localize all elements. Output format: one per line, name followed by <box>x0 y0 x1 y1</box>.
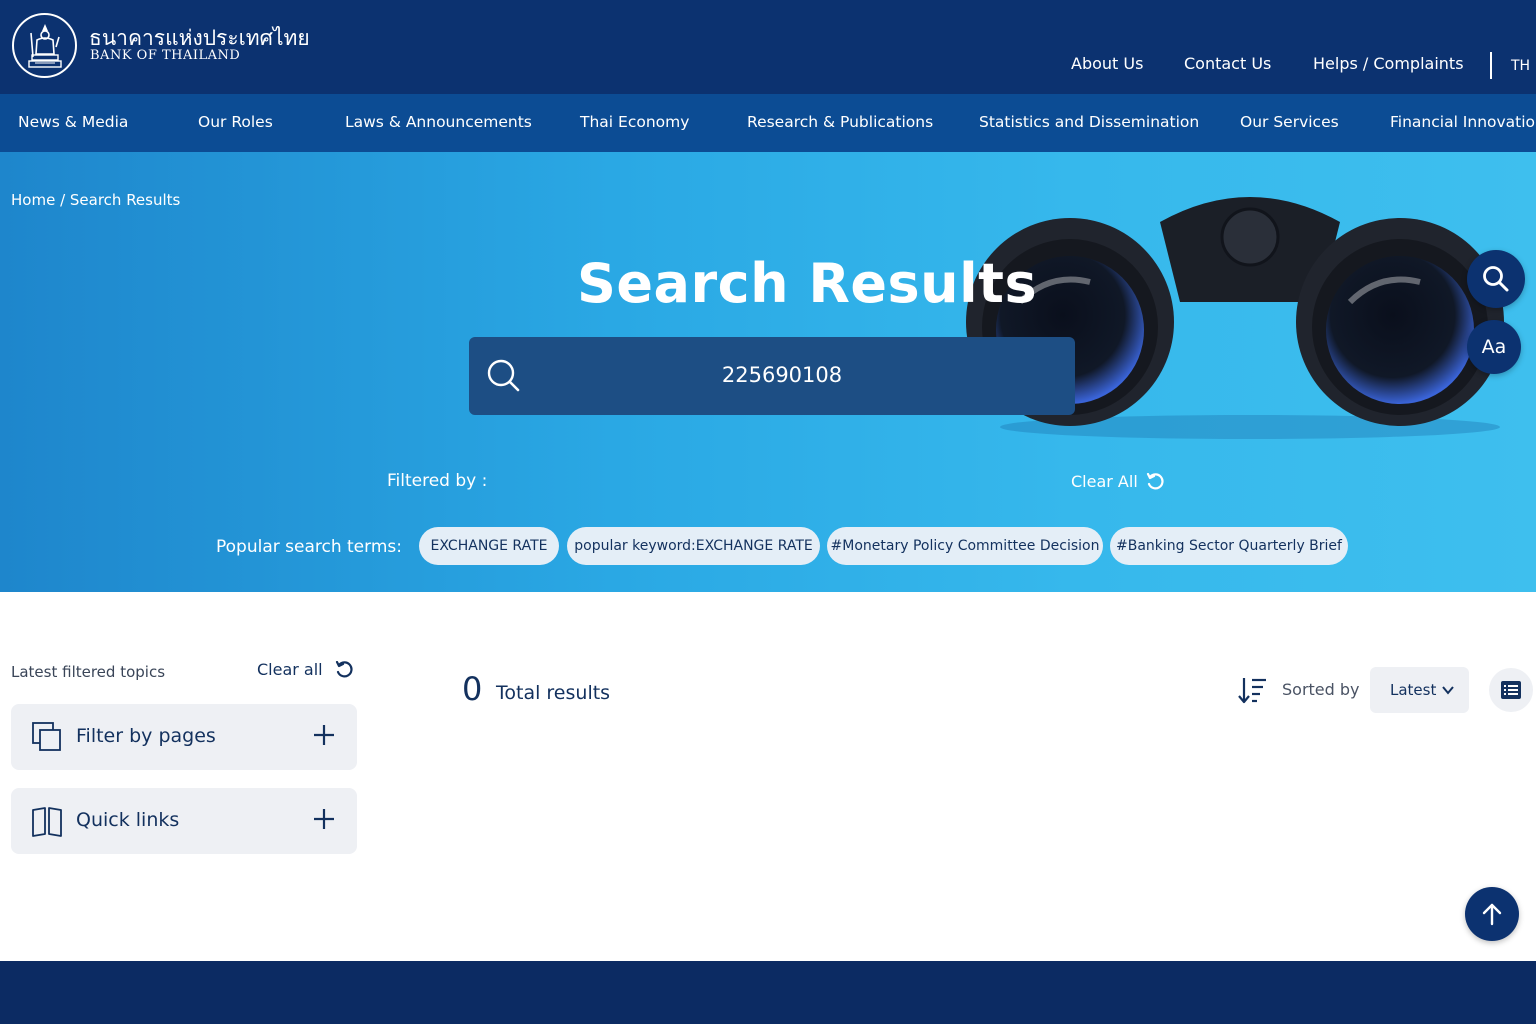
popular-term-chip[interactable]: popular keyword:EXCHANGE RATE <box>567 527 820 565</box>
nav-item-financial-innovation[interactable]: Financial Innovation <box>1390 113 1536 131</box>
top-link-helps-complaints[interactable]: Helps / Complaints <box>1313 54 1464 76</box>
chevron-down-icon <box>1442 686 1454 695</box>
nav-item-thai-economy[interactable]: Thai Economy <box>580 113 689 131</box>
book-icon <box>32 807 62 837</box>
brand-name-english: BANK OF THAILAND <box>90 48 241 63</box>
refresh-icon <box>1146 472 1164 489</box>
sorted-by-label: Sorted by <box>1282 680 1360 699</box>
top-link-contact-us[interactable]: Contact Us <box>1184 54 1271 76</box>
clear-all-filters-button[interactable]: Clear All <box>1071 472 1164 491</box>
top-link-about-us[interactable]: About Us <box>1071 54 1143 76</box>
popular-term-chip[interactable]: EXCHANGE RATE <box>419 527 559 565</box>
latest-filtered-topics-label: Latest filtered topics <box>11 663 166 681</box>
quick-links-label: Quick links <box>76 809 180 831</box>
top-header: ธนาคารแห่งประเทศไทย BANK OF THAILAND Abo… <box>0 0 1536 94</box>
popular-term-chip[interactable]: #Banking Sector Quarterly Brief <box>1110 527 1348 565</box>
clear-all-label: Clear All <box>1071 472 1138 491</box>
nav-item-our-services[interactable]: Our Services <box>1240 113 1339 131</box>
filter-by-pages-label: Filter by pages <box>76 725 216 747</box>
search-box[interactable]: 225690108 <box>469 337 1075 415</box>
quick-links-accordion[interactable]: Quick links <box>11 788 357 854</box>
sort-dropdown-value: Latest <box>1390 681 1437 699</box>
text-size-icon: Aa <box>1481 336 1507 358</box>
filtered-by-label: Filtered by : <box>387 471 488 491</box>
text-size-button[interactable]: Aa <box>1467 320 1521 374</box>
search-hero: Home / Search Results Search Results 225… <box>0 152 1536 592</box>
nav-item-news-media[interactable]: News & Media <box>18 113 128 131</box>
results-count: 0 <box>462 670 483 708</box>
arrow-up-icon <box>1482 903 1502 926</box>
search-input[interactable]: 225690108 <box>469 363 1075 387</box>
bank-emblem-logo[interactable] <box>12 13 77 78</box>
search-icon <box>1483 266 1509 292</box>
nav-item-research-publications[interactable]: Research & Publications <box>747 113 933 131</box>
refresh-icon <box>335 660 353 677</box>
sort-icon[interactable] <box>1238 676 1268 704</box>
popular-search-label: Popular search terms: <box>216 537 402 557</box>
nav-item-our-roles[interactable]: Our Roles <box>198 113 273 131</box>
clear-all-side-label: Clear all <box>257 660 323 679</box>
list-view-icon <box>1501 681 1521 699</box>
plus-icon <box>314 725 334 745</box>
language-switch[interactable]: TH <box>1511 58 1530 74</box>
page-title: Search Results <box>577 252 1038 315</box>
pages-icon <box>32 722 61 751</box>
nav-item-statistics[interactable]: Statistics and Dissemination <box>979 113 1199 131</box>
floating-search-button[interactable] <box>1467 250 1525 308</box>
list-view-button[interactable] <box>1489 668 1533 712</box>
filter-by-pages-accordion[interactable]: Filter by pages <box>11 704 357 770</box>
main-navigation: News & Media Our Roles Laws & Announceme… <box>0 94 1536 152</box>
plus-icon <box>314 809 334 829</box>
results-count-label: Total results <box>496 682 611 704</box>
emblem-logo-icon <box>27 23 62 68</box>
sort-dropdown[interactable]: Latest <box>1370 667 1469 713</box>
back-to-top-button[interactable] <box>1465 887 1519 941</box>
nav-item-laws-announcements[interactable]: Laws & Announcements <box>345 113 532 131</box>
page-footer <box>0 961 1536 1024</box>
breadcrumb[interactable]: Home / Search Results <box>11 191 180 209</box>
clear-all-topics-button[interactable]: Clear all <box>257 660 353 679</box>
header-divider <box>1490 52 1492 79</box>
popular-term-chip[interactable]: #Monetary Policy Committee Decision <box>827 527 1103 565</box>
